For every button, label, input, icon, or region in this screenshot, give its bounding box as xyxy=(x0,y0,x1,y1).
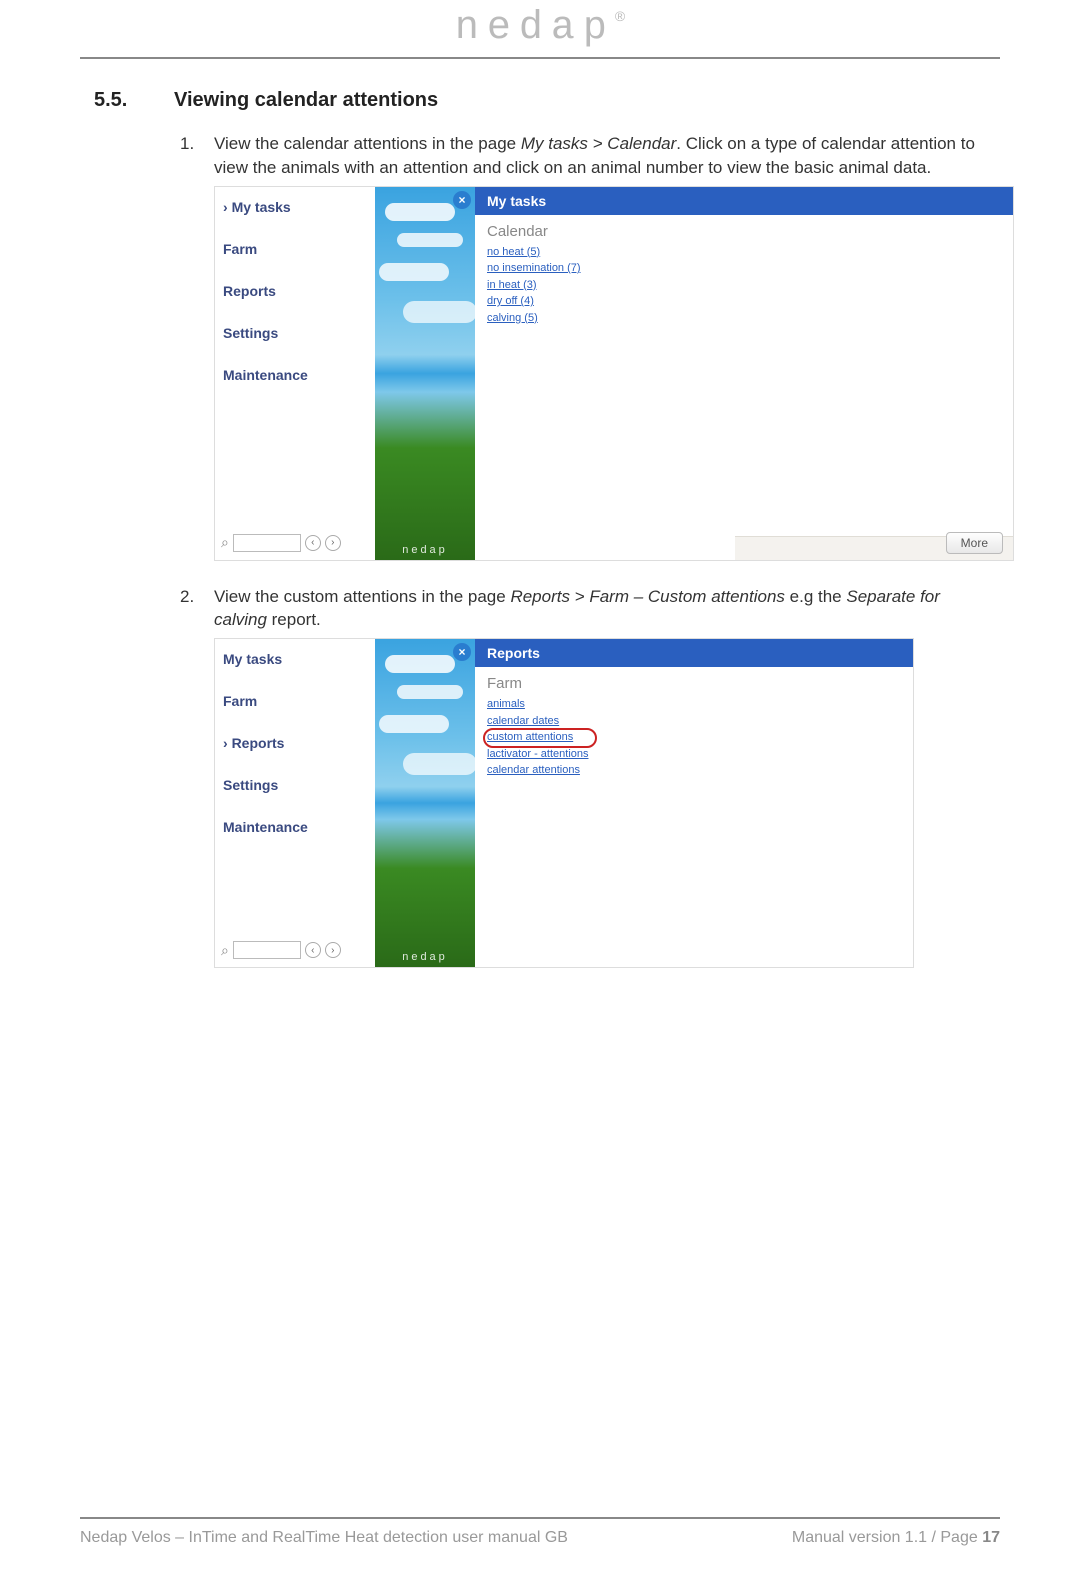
panel-body: Calendar no heat (5) no insemination (7)… xyxy=(475,215,1013,335)
sidebar-item-settings[interactable]: Settings xyxy=(223,777,375,793)
close-icon[interactable]: × xyxy=(453,643,471,661)
step-number: 2. xyxy=(180,585,214,633)
link-calving[interactable]: calving (5) xyxy=(487,310,1001,327)
panel-header: My tasks xyxy=(475,187,1013,215)
prev-button[interactable]: ‹ xyxy=(305,535,321,551)
sidebar-item-reports[interactable]: Reports xyxy=(223,735,375,751)
page-footer: Nedap Velos – InTime and RealTime Heat d… xyxy=(80,1517,1000,1547)
more-button[interactable]: More xyxy=(946,532,1003,554)
brand-logo: nedap® xyxy=(455,6,625,51)
screenshot-my-tasks: My tasks Farm Reports Settings Maintenan… xyxy=(214,186,1014,561)
link-calendar-dates[interactable]: calendar dates xyxy=(487,713,901,730)
prev-button[interactable]: ‹ xyxy=(305,942,321,958)
step-1: 1. View the calendar attentions in the p… xyxy=(180,132,986,180)
link-in-heat[interactable]: in heat (3) xyxy=(487,277,1001,294)
group-title: Calendar xyxy=(487,223,1001,240)
link-no-heat[interactable]: no heat (5) xyxy=(487,244,1001,261)
next-button[interactable]: › xyxy=(325,535,341,551)
footer-right: Manual version 1.1 / Page 17 xyxy=(792,1529,1000,1547)
search-input[interactable] xyxy=(233,941,301,959)
sidebar-nav: My tasks Farm Reports Settings Maintenan… xyxy=(215,187,375,560)
sidebar-item-my-tasks[interactable]: My tasks xyxy=(223,199,375,215)
close-icon[interactable]: × xyxy=(453,191,471,209)
step-number: 1. xyxy=(180,132,214,180)
search-row: ⌕ ‹ › xyxy=(221,534,341,552)
decorative-sky-column: × nedap xyxy=(375,187,475,560)
search-icon[interactable]: ⌕ xyxy=(221,534,229,551)
footer-left: Nedap Velos – InTime and RealTime Heat d… xyxy=(80,1529,568,1547)
sidebar-item-my-tasks[interactable]: My tasks xyxy=(223,651,375,667)
main-panel: My tasks Calendar no heat (5) no insemin… xyxy=(475,187,1013,560)
main-panel: Reports Farm animals calendar dates cust… xyxy=(475,639,913,967)
link-lactivator-attentions[interactable]: lactivator - attentions xyxy=(487,746,901,763)
sidebar-nav: My tasks Farm Reports Settings Maintenan… xyxy=(215,639,375,967)
sidebar-item-farm[interactable]: Farm xyxy=(223,693,375,709)
search-row: ⌕ ‹ › xyxy=(221,941,341,959)
sidebar-item-farm[interactable]: Farm xyxy=(223,241,375,257)
link-calendar-attentions[interactable]: calendar attentions xyxy=(487,762,901,779)
highlighted-custom-attentions: custom attentions xyxy=(487,729,901,746)
sidebar-item-reports[interactable]: Reports xyxy=(223,283,375,299)
link-custom-attentions[interactable]: custom attentions xyxy=(487,729,901,746)
search-input[interactable] xyxy=(233,534,301,552)
sidebar-item-settings[interactable]: Settings xyxy=(223,325,375,341)
brand-strip: nedap xyxy=(375,951,475,963)
step-list: 1. View the calendar attentions in the p… xyxy=(180,132,986,180)
registered-mark: ® xyxy=(615,8,625,24)
link-dry-off[interactable]: dry off (4) xyxy=(487,293,1001,310)
link-no-insemination[interactable]: no insemination (7) xyxy=(487,260,1001,277)
next-button[interactable]: › xyxy=(325,942,341,958)
panel-body: Farm animals calendar dates custom atten… xyxy=(475,667,913,787)
footer-divider xyxy=(80,1517,1000,1519)
page-header: nedap® xyxy=(0,0,1080,59)
page-number: 17 xyxy=(982,1529,1000,1546)
brand-strip: nedap xyxy=(375,544,475,556)
section-heading: 5.5. Viewing calendar attentions xyxy=(94,89,986,112)
panel-header: Reports xyxy=(475,639,913,667)
group-title: Farm xyxy=(487,675,901,692)
link-animals[interactable]: animals xyxy=(487,696,901,713)
decorative-sky-column: × nedap xyxy=(375,639,475,967)
step-text: View the calendar attentions in the page… xyxy=(214,132,986,180)
sidebar-item-maintenance[interactable]: Maintenance xyxy=(223,819,375,835)
section-title: Viewing calendar attentions xyxy=(174,89,438,112)
step-list-2: 2. View the custom attentions in the pag… xyxy=(180,585,986,633)
step-2: 2. View the custom attentions in the pag… xyxy=(180,585,986,633)
sidebar-item-maintenance[interactable]: Maintenance xyxy=(223,367,375,383)
brand-text: nedap xyxy=(455,6,615,51)
section-number: 5.5. xyxy=(94,89,174,112)
document-body: 5.5. Viewing calendar attentions 1. View… xyxy=(0,59,1080,968)
screenshot-reports: My tasks Farm Reports Settings Maintenan… xyxy=(214,638,914,968)
step-text: View the custom attentions in the page R… xyxy=(214,585,986,633)
search-icon[interactable]: ⌕ xyxy=(221,942,229,959)
